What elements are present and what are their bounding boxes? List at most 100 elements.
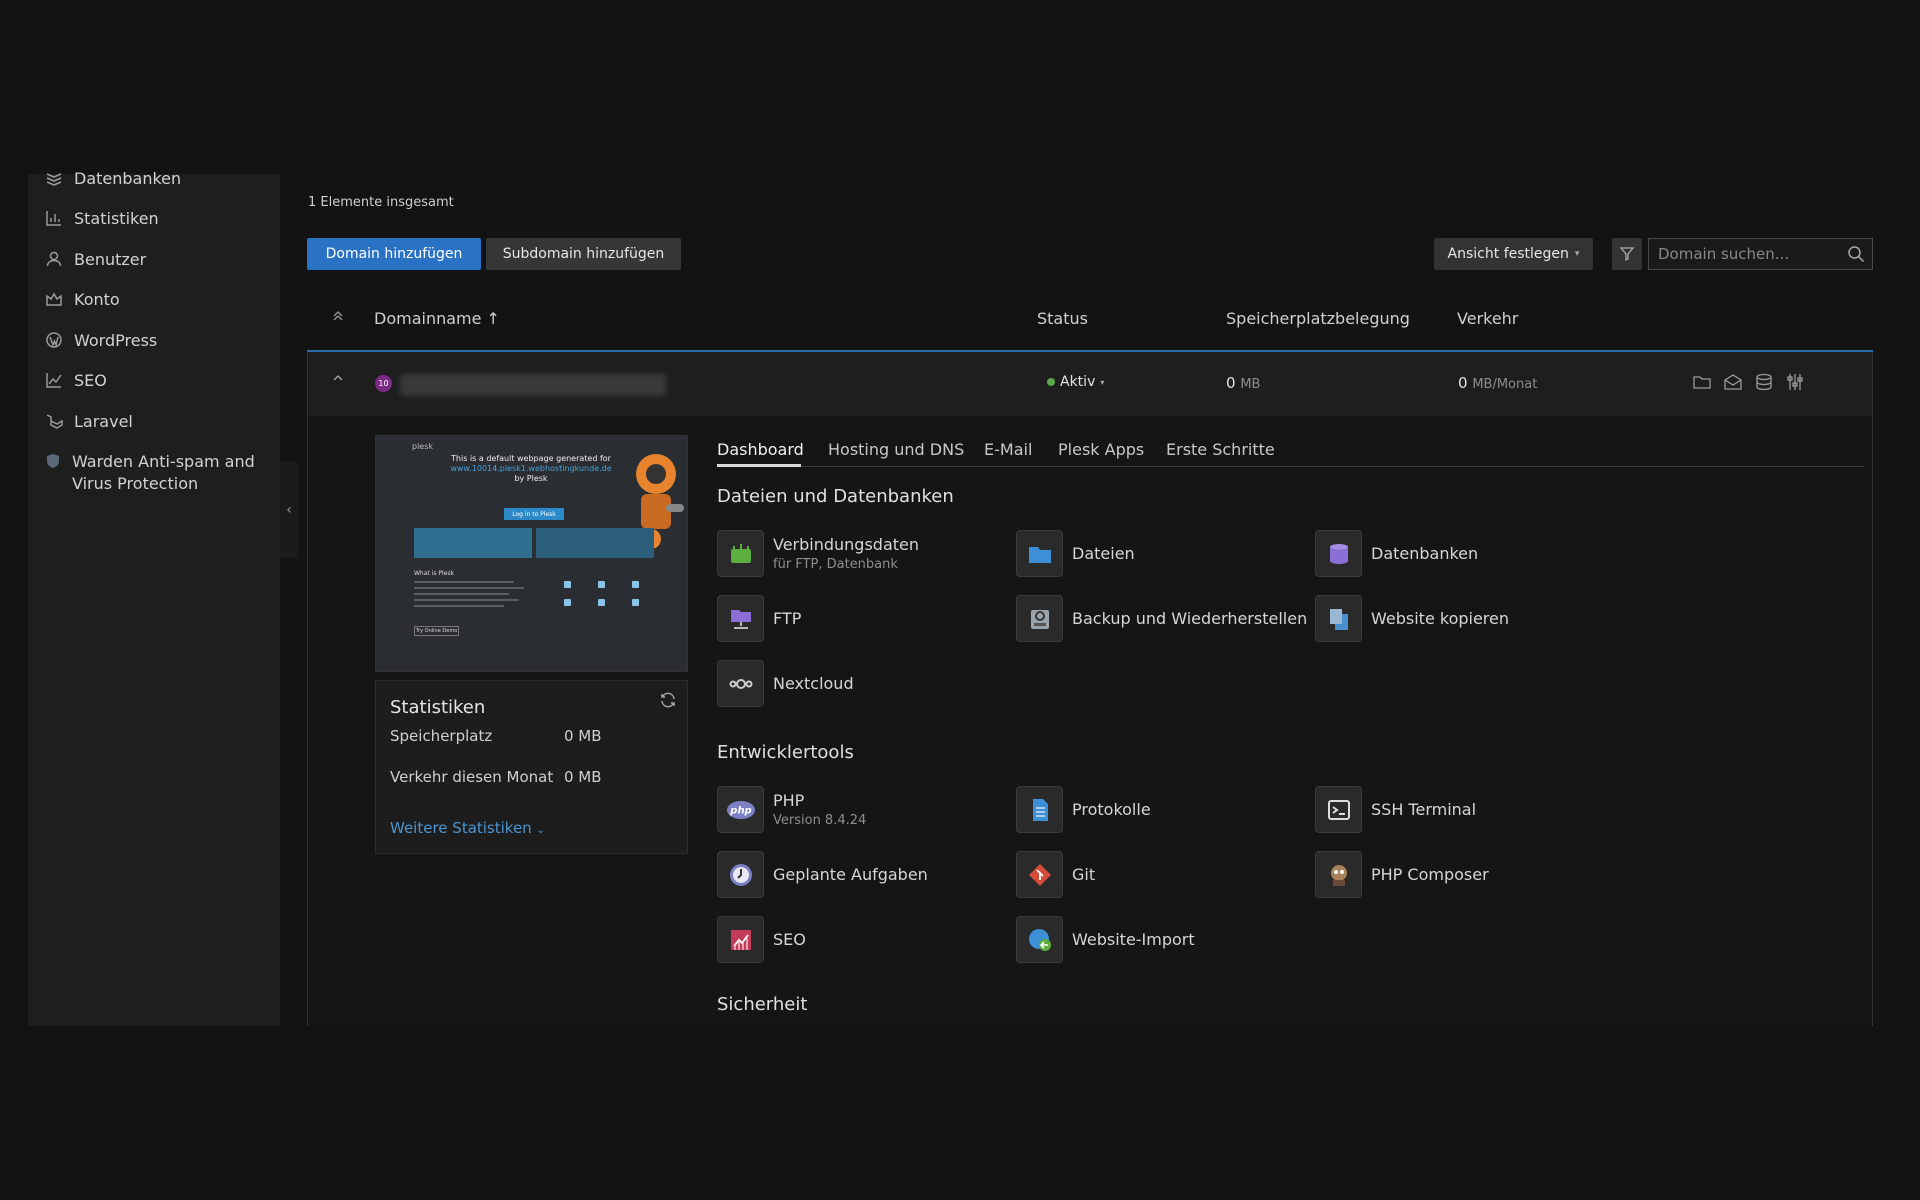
- column-domain-name[interactable]: Domainname ↑: [374, 309, 500, 328]
- preview-info-box: [414, 528, 532, 558]
- preview-feature-icon: [632, 599, 639, 606]
- tab-divider: [717, 466, 1864, 467]
- preview-feature-icon: [598, 581, 605, 588]
- sidebar-item-datenbanken[interactable]: Datenbanken: [44, 168, 181, 190]
- add-domain-button[interactable]: Domain hinzufügen: [307, 238, 481, 270]
- items-total: 1 Elemente insgesamt: [308, 195, 454, 210]
- domain-search[interactable]: [1648, 238, 1873, 270]
- sidebar-item-benutzer[interactable]: Benutzer: [44, 249, 146, 271]
- sidebar-item-label: Datenbanken: [74, 169, 182, 188]
- status-dropdown[interactable]: Aktiv ▾: [1047, 374, 1104, 390]
- collapse-all-button[interactable]: [332, 310, 344, 326]
- domain-name-redacted[interactable]: [400, 374, 666, 396]
- tool-name: Verbindungsdaten: [773, 534, 920, 554]
- sidebar-item-konto[interactable]: Konto: [44, 289, 120, 311]
- storage-stat-value: 0 MB: [564, 727, 602, 745]
- tool-files[interactable]: Dateien: [1016, 530, 1135, 577]
- tool-git[interactable]: Git: [1016, 851, 1095, 898]
- settings-sliders-icon[interactable]: [1785, 372, 1805, 396]
- tool-copy-website[interactable]: Website kopieren: [1315, 595, 1509, 642]
- tool-name: Protokolle: [1072, 799, 1151, 819]
- tab-hosting-dns[interactable]: Hosting und DNS: [828, 440, 964, 459]
- copy-icon: [1315, 595, 1362, 642]
- seo-icon: [44, 370, 64, 390]
- filter-button[interactable]: [1612, 238, 1642, 270]
- preview-feature-icon: [632, 581, 639, 588]
- search-icon[interactable]: [1847, 245, 1865, 263]
- website-preview[interactable]: plesk This is a default webpage generate…: [375, 435, 688, 672]
- tool-ssh-terminal[interactable]: SSH Terminal: [1315, 786, 1476, 833]
- tool-seo[interactable]: SEO: [717, 916, 806, 963]
- sidebar-item-statistiken[interactable]: Statistiken: [44, 208, 159, 230]
- status-label: Aktiv: [1060, 374, 1096, 390]
- tool-backup[interactable]: Backup und Wiederherstellen: [1016, 595, 1307, 642]
- sidebar: Datenbanken Statistiken Benutzer Konto W…: [28, 169, 280, 1026]
- tool-subtitle: Version 8.4.24: [773, 812, 867, 828]
- sidebar-collapse-button[interactable]: ‹: [280, 462, 298, 558]
- tool-nextcloud[interactable]: Nextcloud: [717, 660, 854, 707]
- tool-ftp[interactable]: FTP: [717, 595, 801, 642]
- sidebar-item-label: Laravel: [74, 412, 133, 431]
- column-status: Status: [1037, 309, 1088, 328]
- tool-php[interactable]: php PHP Version 8.4.24: [717, 786, 866, 833]
- database-icon: [1315, 530, 1362, 577]
- sidebar-item-laravel[interactable]: Laravel: [44, 411, 133, 433]
- traffic-unit: MB/Monat: [1472, 377, 1538, 392]
- sidebar-item-label: Warden Anti-spam and Virus Protection: [72, 452, 255, 493]
- mail-icon[interactable]: [1723, 372, 1743, 396]
- tab-active-indicator: [717, 464, 801, 467]
- filter-icon: [1619, 247, 1635, 262]
- tool-name: Website kopieren: [1371, 608, 1510, 628]
- tab-email[interactable]: E-Mail: [984, 440, 1032, 459]
- chevron-up-icon[interactable]: [332, 372, 344, 388]
- storage-label: Speicherplatz: [390, 727, 493, 745]
- tab-getting-started[interactable]: Erste Schritte: [1166, 440, 1275, 459]
- tool-name: PHP: [773, 790, 805, 810]
- traffic-stat-value: 0 MB: [564, 768, 602, 786]
- preview-text-line: [414, 587, 524, 589]
- add-subdomain-button[interactable]: Subdomain hinzufügen: [486, 238, 681, 270]
- tool-name: PHP Composer: [1371, 864, 1489, 884]
- sidebar-item-wordpress[interactable]: WordPress: [44, 330, 157, 352]
- preview-title: This is a default webpage generated for: [451, 454, 611, 463]
- view-settings-button[interactable]: Ansicht festlegen ▾: [1434, 238, 1593, 270]
- wordpress-icon: [44, 330, 64, 350]
- folder-icon[interactable]: [1692, 372, 1712, 396]
- tab-dashboard[interactable]: Dashboard: [717, 440, 804, 459]
- tool-scheduled-tasks[interactable]: Geplante Aufgaben: [717, 851, 928, 898]
- crown-icon: [44, 289, 64, 309]
- tool-name: SEO: [773, 929, 806, 949]
- traffic-number: 0: [1458, 374, 1468, 392]
- double-chevron-up-icon: [333, 311, 343, 321]
- refresh-icon[interactable]: [659, 691, 677, 713]
- preview-feature-icon: [564, 599, 571, 606]
- tool-website-import[interactable]: Website-Import: [1016, 916, 1195, 963]
- clock-icon: [717, 851, 764, 898]
- tab-plesk-apps[interactable]: Plesk Apps: [1058, 440, 1144, 459]
- section-title-files: Dateien und Datenbanken: [717, 486, 954, 507]
- tool-databases[interactable]: Datenbanken: [1315, 530, 1478, 577]
- connection-icon: [717, 530, 764, 577]
- status-dot: [1047, 378, 1055, 386]
- tool-name: Git: [1072, 864, 1096, 884]
- sidebar-item-seo[interactable]: SEO: [44, 370, 107, 392]
- preview-text-line: [414, 605, 504, 607]
- database-icon[interactable]: [1754, 372, 1774, 396]
- chevron-down-icon: ⌄: [536, 825, 545, 836]
- tool-php-composer[interactable]: PHP Composer: [1315, 851, 1489, 898]
- preview-info-box: [536, 528, 654, 558]
- column-storage: Speicherplatzbelegung: [1226, 309, 1410, 328]
- table-row[interactable]: 10 Aktiv ▾ 0 MB 0 MB/Monat: [308, 352, 1872, 416]
- domain-search-input[interactable]: [1649, 239, 1839, 269]
- sidebar-item-label: SEO: [74, 371, 107, 390]
- tool-logs[interactable]: Protokolle: [1016, 786, 1151, 833]
- sidebar-item-warden[interactable]: Warden Anti-spam and Virus Protection: [44, 451, 264, 495]
- tool-connection-data[interactable]: Verbindungsdaten für FTP, Datenbank: [717, 530, 919, 577]
- statistics-card: Statistiken Speicherplatz 0 MB Verkehr d…: [375, 680, 688, 854]
- tool-name: Backup und Wiederherstellen: [1072, 608, 1308, 628]
- logs-icon: [1016, 786, 1063, 833]
- preview-text-line: [414, 593, 509, 595]
- more-statistics-link[interactable]: Weitere Statistiken ⌄: [390, 819, 545, 837]
- section-title-security: Sicherheit: [717, 994, 808, 1015]
- traffic-label: Verkehr diesen Monat: [390, 768, 554, 786]
